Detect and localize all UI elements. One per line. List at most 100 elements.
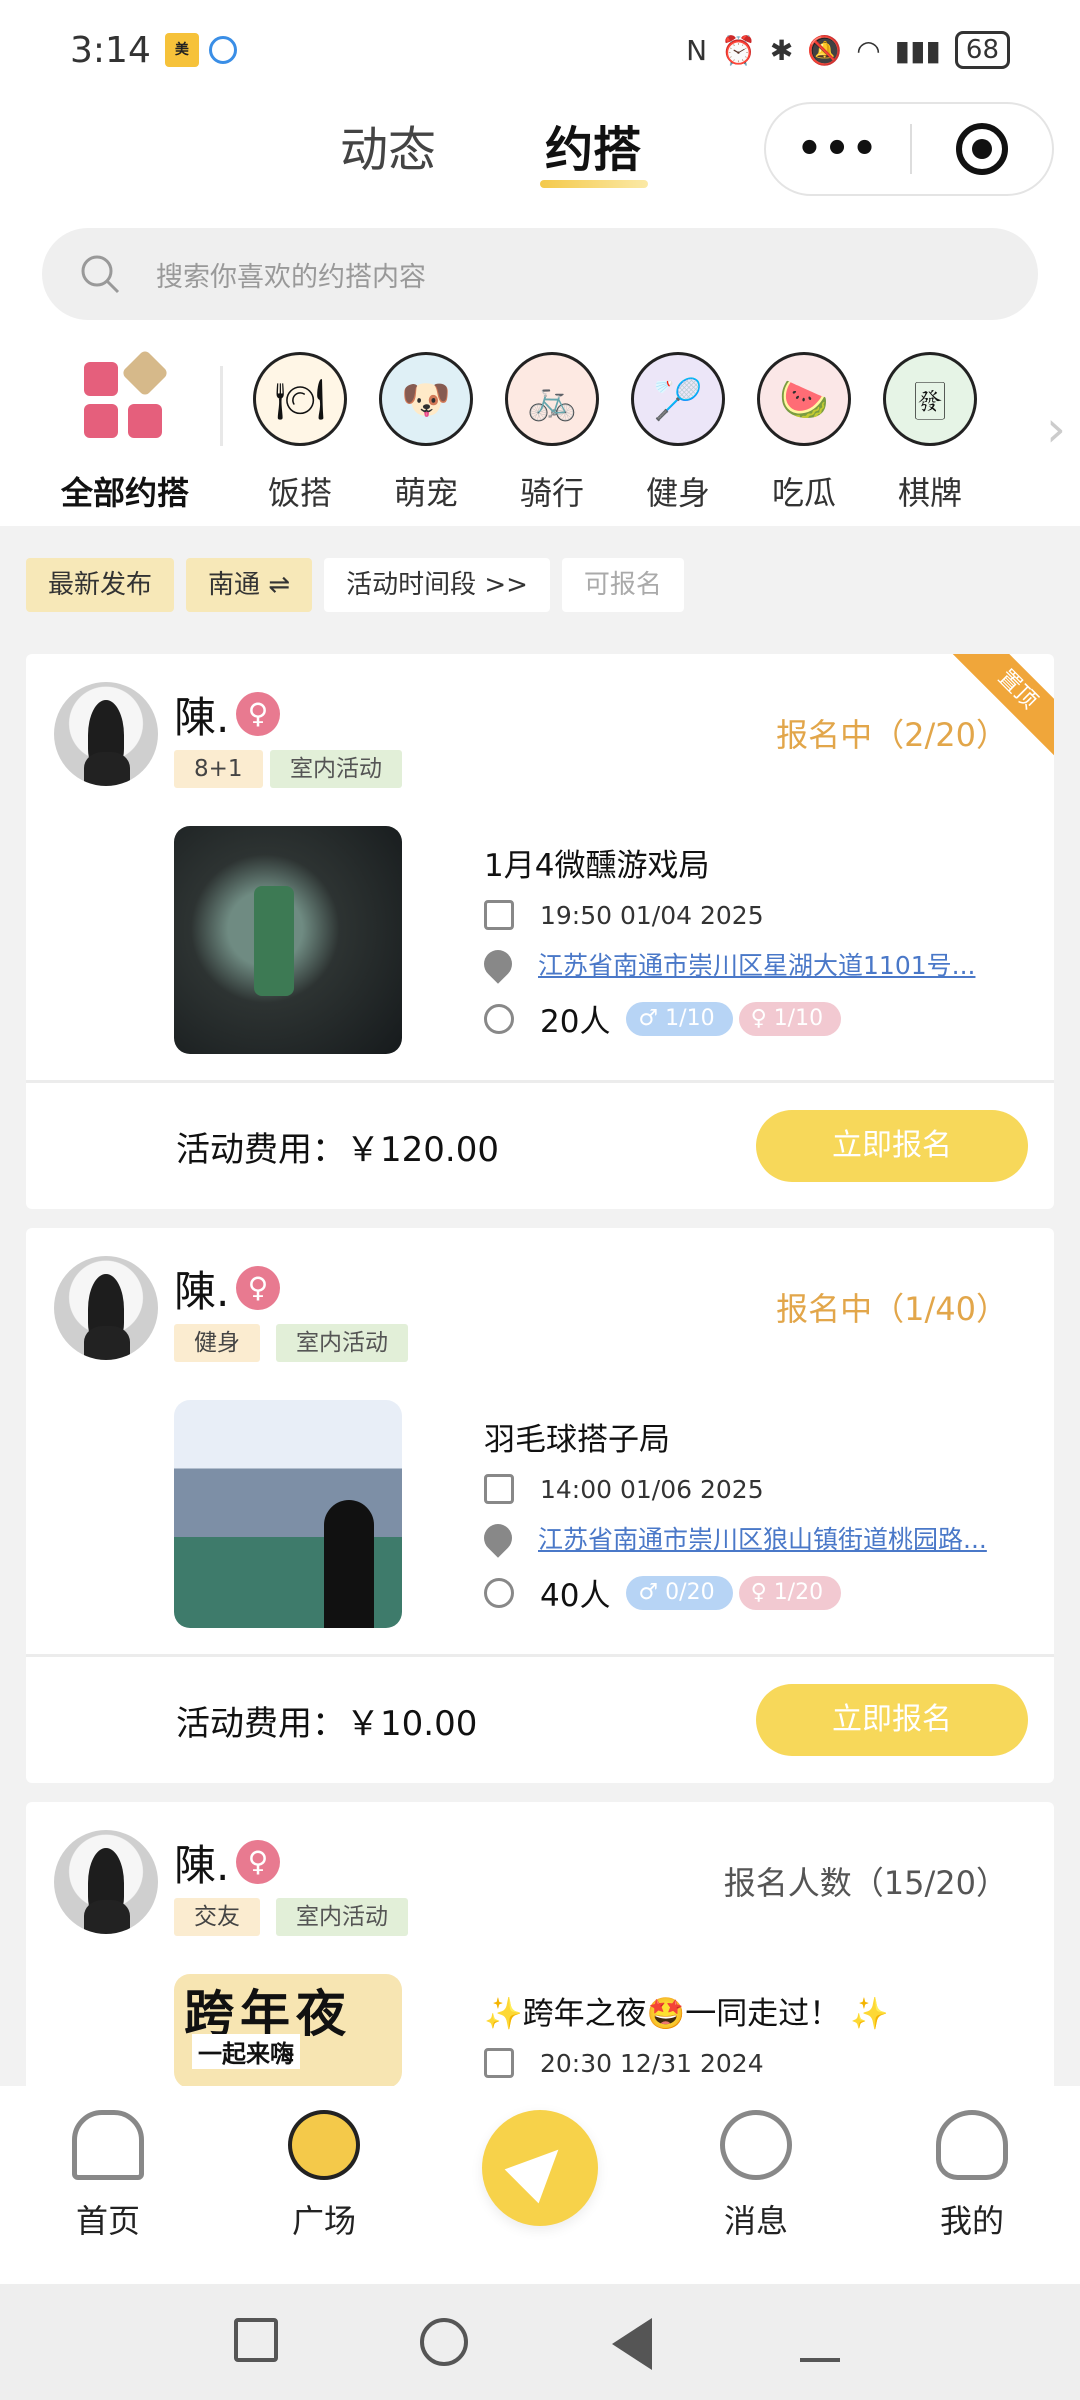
- category-fitness[interactable]: 🏸 健身: [618, 352, 738, 514]
- miniprogram-capsule: •••: [764, 102, 1054, 196]
- category-mahjong[interactable]: 🀅 棋牌: [870, 352, 990, 514]
- nav-label: 我的: [939, 2202, 1004, 2240]
- activity-card[interactable]: 陳. ♀ 健身 室内活动 报名中（1/40） 羽毛球搭子局 14:00 01/0…: [26, 1228, 1054, 1783]
- avatar[interactable]: [54, 1830, 158, 1934]
- activity-card[interactable]: 陳. ♀ 8+1 室内活动 报名中（2/20） 置顶 1月4微醺游戏局 19:5…: [26, 654, 1054, 1209]
- watermelon-icon: 🍉: [757, 352, 851, 446]
- nav-messages[interactable]: 消息: [696, 2110, 816, 2242]
- calendar-icon: [484, 2048, 514, 2078]
- publish-button[interactable]: [482, 2110, 598, 2226]
- nav-home[interactable]: 首页: [48, 2110, 168, 2242]
- search-icon: [81, 255, 120, 294]
- female-icon: ♀: [236, 692, 280, 736]
- join-button[interactable]: 立即报名: [756, 1110, 1028, 1182]
- indoor-tag: 室内活动: [276, 1324, 408, 1362]
- address-row[interactable]: 江苏省南通市崇川区星湖大道1101号...: [478, 944, 1028, 984]
- signal-icon: ▮▮▮: [894, 33, 941, 67]
- search-area: 搜索你喜欢的约搭内容: [0, 220, 1080, 330]
- nav-label: 广场: [291, 2202, 356, 2240]
- male-quota: ♂ 0/20: [626, 1575, 733, 1610]
- grid-icon: [78, 348, 172, 446]
- category-tag: 交友: [174, 1898, 260, 1936]
- category-all[interactable]: 全部约搭: [50, 348, 200, 514]
- activity-address[interactable]: 江苏省南通市崇川区狼山镇街道桃园路...: [538, 1520, 1028, 1556]
- nav-label: 首页: [75, 2202, 140, 2240]
- category-label: 健身: [645, 474, 710, 512]
- activity-address[interactable]: 江苏省南通市崇川区星湖大道1101号...: [538, 946, 1028, 982]
- back-icon[interactable]: [612, 2318, 652, 2370]
- status-badge: 报名中（1/40）: [776, 1290, 1008, 1328]
- battery-icon: 68: [954, 31, 1010, 69]
- fitness-icon: 🏸: [631, 352, 725, 446]
- header: 动态 约搭 •••: [0, 100, 1080, 220]
- calendar-icon: [484, 900, 514, 930]
- activity-datetime: 19:50 01/04 2025: [540, 900, 764, 930]
- status-icons: N ⏰ ✱ 🔕 ◠ ▮▮▮ 68: [686, 31, 1010, 69]
- card-divider: [26, 1080, 1054, 1083]
- activity-card[interactable]: 陳. ♀ 交友 室内活动 报名人数（15/20） 跨年夜 一起来嗨 ✨跨年之夜🤩…: [26, 1802, 1054, 2086]
- category-label: 吃瓜: [771, 474, 836, 512]
- avatar[interactable]: [54, 682, 158, 786]
- notification-shade-icon[interactable]: [800, 2318, 840, 2362]
- people-row: 40人 ♂ 0/20 ♀ 1/20: [484, 1570, 847, 1615]
- category-label: 棋牌: [897, 474, 962, 512]
- tab-dynamic[interactable]: 动态: [340, 110, 436, 180]
- indoor-tag: 室内活动: [270, 750, 402, 788]
- calendar-icon: [484, 1474, 514, 1504]
- datetime-row: 14:00 01/06 2025: [484, 1474, 764, 1504]
- filter-time-range[interactable]: 活动时间段 >>: [324, 558, 550, 612]
- category-meal[interactable]: 🍽 饭搭: [240, 352, 360, 514]
- activity-datetime: 14:00 01/06 2025: [540, 1474, 764, 1504]
- search-input[interactable]: 搜索你喜欢的约搭内容: [42, 228, 1038, 320]
- filter-available[interactable]: 可报名: [561, 558, 684, 612]
- activity-image[interactable]: 跨年夜 一起来嗨: [174, 1974, 402, 2086]
- filter-bar: 最新发布 南通 ⇌ 活动时间段 >> 可报名: [26, 558, 684, 612]
- filter-latest[interactable]: 最新发布: [26, 558, 175, 612]
- square-mascot-icon: [288, 2110, 360, 2180]
- meal-icon: 🍽: [253, 352, 347, 446]
- activity-image[interactable]: [174, 826, 402, 1054]
- avatar[interactable]: [54, 1256, 158, 1360]
- address-row[interactable]: 江苏省南通市崇川区狼山镇街道桃园路...: [478, 1518, 1028, 1558]
- meituan-icon: 美: [164, 33, 199, 67]
- close-button[interactable]: [912, 123, 1052, 175]
- category-tag: 8+1: [174, 750, 263, 788]
- home-circle-icon[interactable]: [420, 2318, 468, 2366]
- nav-me[interactable]: 我的: [912, 2110, 1032, 2242]
- active-tab-indicator: [540, 180, 648, 188]
- app-notification-icon: [208, 36, 237, 64]
- female-quota: ♀ 1/20: [738, 1575, 842, 1610]
- nfc-icon: N: [686, 33, 708, 67]
- category-bike[interactable]: 🚲 骑行: [492, 352, 612, 514]
- card-divider: [26, 1654, 1054, 1657]
- status-time: 3:14: [70, 29, 151, 71]
- category-watermelon[interactable]: 🍉 吃瓜: [744, 352, 864, 514]
- join-button[interactable]: 立即报名: [756, 1684, 1028, 1756]
- target-icon: [956, 123, 1008, 175]
- people-count: 20人: [540, 1004, 611, 1040]
- poster-subtitle: 一起来嗨: [192, 2034, 300, 2069]
- status-badge: 报名中（2/20）: [776, 716, 1008, 754]
- chevron-right-icon[interactable]: ›: [1046, 400, 1066, 458]
- indoor-tag: 室内活动: [276, 1898, 408, 1936]
- category-label: 骑行: [519, 474, 584, 512]
- female-icon: ♀: [236, 1266, 280, 1310]
- message-icon: [720, 2110, 792, 2180]
- user-name: 陳.: [174, 1267, 230, 1316]
- activity-fee: 活动费用：￥10.00: [176, 1704, 478, 1744]
- male-quota: ♂ 1/10: [626, 1001, 733, 1036]
- activity-image[interactable]: [174, 1400, 402, 1628]
- person-icon: [484, 1577, 514, 1608]
- paper-plane-icon: [504, 2132, 576, 2204]
- person-icon: [484, 1003, 514, 1034]
- recents-icon[interactable]: [234, 2318, 278, 2362]
- more-menu-button[interactable]: •••: [766, 126, 910, 172]
- tab-yuedai[interactable]: 约搭: [545, 110, 641, 180]
- female-quota: ♀ 1/10: [738, 1001, 842, 1036]
- category-pet[interactable]: 🐶 萌宠: [366, 352, 486, 514]
- activity-title: 羽毛球搭子局: [484, 1422, 670, 1458]
- nav-square[interactable]: 广场: [264, 2110, 384, 2242]
- category-label: 全部约搭: [60, 474, 189, 512]
- system-nav-bar: [0, 2284, 1080, 2400]
- filter-city[interactable]: 南通 ⇌: [186, 558, 313, 612]
